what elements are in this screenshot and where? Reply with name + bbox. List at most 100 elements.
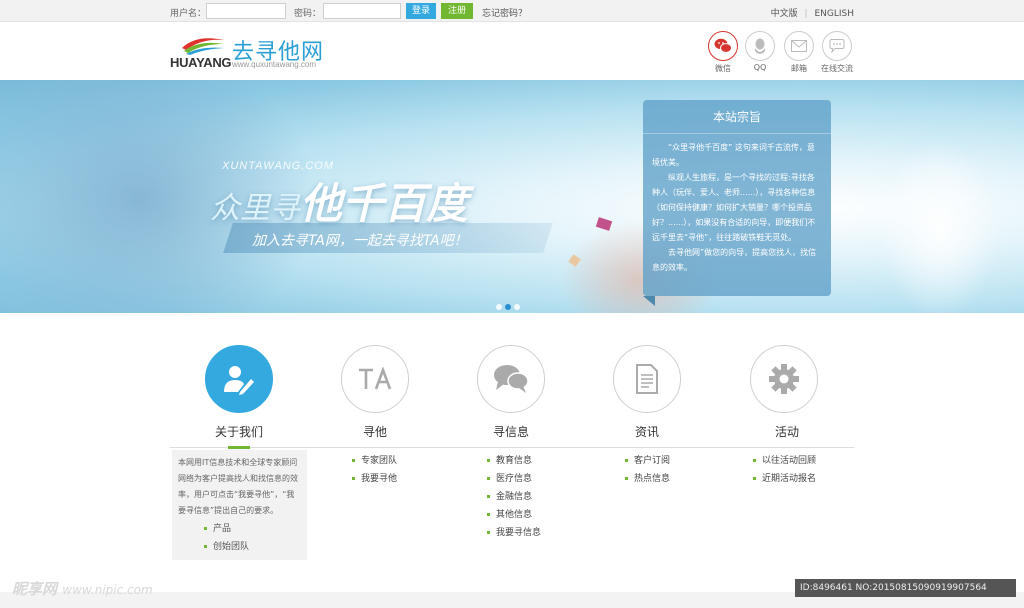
brand-url: www.quxuntawang.com [232,60,317,69]
mission-paragraph: 纵观人生旅程，是一个寻找的过程:寻找各种人（玩伴、爱人、老师......），寻找… [652,173,816,242]
about-link-label: 创始团队 [213,542,250,552]
qq-icon [745,31,775,61]
xinxi-links: 教育信息 医疗信息 金融信息 其他信息 我要寻信息 [487,452,541,542]
category-about[interactable] [205,345,273,413]
bullet-icon [753,477,756,480]
register-button[interactable]: 注册 [441,3,473,19]
xunta-links: 专家团队 我要寻他 [352,452,397,488]
social-label: QQ [753,63,767,72]
about-link-item[interactable]: 创始团队 [204,538,307,556]
social-label: 邮箱 [791,64,807,73]
category-label[interactable]: 活动 [722,423,852,440]
login-button[interactable]: 登录 [406,3,436,19]
mission-paragraph: 去寻他网”做您的向导，提高您找人，找信息的效率。 [652,248,817,272]
bullet-icon [487,477,490,480]
bullet-icon [352,477,355,480]
username-label: 用户名： [170,9,207,19]
about-link-item[interactable]: 产品 [204,520,307,538]
ta-icon [359,367,392,390]
list-item-label: 近期活动报名 [762,474,817,484]
mission-panel: 本站宗旨 “众里寻他千百度” 这句来词千古流传，意境优美。 纵观人生旅程，是一个… [643,100,831,306]
list-item[interactable]: 其他信息 [487,506,541,524]
social-label: 微信 [715,64,731,73]
category-xunta[interactable] [341,345,409,413]
bullet-icon [204,545,207,548]
category-zixun[interactable] [613,345,681,413]
category-label[interactable]: 寻他 [310,423,440,440]
site-logo[interactable]: HUAYANG 去寻他网 www.quxuntawang.com [170,34,360,74]
banner-decor [880,140,1000,313]
watermark-id: ID:8496461 NO:20150815090919907564 [795,579,1016,597]
about-links: 产品 创始团队 [172,520,307,556]
category-label[interactable]: 资讯 [582,423,712,440]
about-panel: 本网用IT信息技术和全球专家顾问网络为客户提高找人和找信息的效率，用户可点击“我… [172,450,307,560]
list-item-label: 以往活动回顾 [762,456,817,466]
list-item[interactable]: 医疗信息 [487,470,541,488]
top-bar: 用户名： 密码： 登录 注册 忘记密码？ 中文版 | ENGLISH [0,0,1024,22]
lang-separator: | [804,9,808,19]
category-xinxi[interactable] [477,345,545,413]
user-edit-icon [224,366,254,395]
list-item[interactable]: 客户订阅 [625,452,670,470]
list-item-label: 热点信息 [634,474,671,484]
password-label: 密码： [294,9,322,19]
list-item-label: 金融信息 [496,492,533,502]
bullet-icon [487,459,490,462]
bullet-icon [487,531,490,534]
username-input[interactable] [206,3,286,19]
list-item-label: 其他信息 [496,510,533,520]
slide-dot-active[interactable] [505,304,511,310]
category-label[interactable]: 关于我们 [174,423,304,440]
social-qq[interactable]: QQ [743,31,777,72]
hero-banner[interactable]: XUNTAWANG.COM 众里寻他千百度 加入去寻TA网，一起去寻找TA吧！ … [0,80,1024,313]
list-item[interactable]: 专家团队 [352,452,397,470]
list-item[interactable]: 以往活动回顾 [753,452,816,470]
document-icon [636,364,658,394]
about-text: 本网用IT信息技术和全球专家顾问网络为客户提高找人和找信息的效率，用户可点击“我… [178,458,298,515]
mission-title: 本站宗旨 [643,100,831,134]
list-item-label: 专家团队 [361,456,398,466]
watermark-url: www.nipic.com [62,583,153,597]
watermark-left: 昵享网 www.nipic.com [12,578,153,599]
bullet-icon [625,459,628,462]
chat-bubbles-icon [494,365,529,393]
active-category-indicator [228,446,250,449]
lang-english-link[interactable]: ENGLISH [814,9,854,19]
gear-icon [769,364,799,394]
mail-icon [784,31,814,61]
chat-icon [822,31,852,61]
wechat-icon [708,31,738,61]
social-chat[interactable]: 在线交流 [820,31,854,74]
brand-english: HUAYANG [170,55,232,70]
bullet-icon [352,459,355,462]
bullet-icon [204,527,207,530]
bullet-icon [753,459,756,462]
social-mail[interactable]: 邮箱 [782,31,816,74]
category-label[interactable]: 寻信息 [446,423,576,440]
category-huodong[interactable] [750,345,818,413]
header: HUAYANG 去寻他网 www.quxuntawang.com 微信 QQ 邮… [0,22,1024,80]
bullet-icon [625,477,628,480]
list-item[interactable]: 教育信息 [487,452,541,470]
list-item[interactable]: 金融信息 [487,488,541,506]
lang-chinese-link[interactable]: 中文版 [771,6,798,19]
social-wechat[interactable]: 微信 [706,31,740,74]
slide-dot[interactable] [514,304,520,310]
banner-headline-big: 他千百度 [300,179,469,228]
slide-dot[interactable] [496,304,502,310]
password-input[interactable] [323,3,401,19]
banner-headline-small: 众里寻 [210,191,300,226]
list-item[interactable]: 近期活动报名 [753,470,816,488]
mission-body: “众里寻他千百度” 这句来词千古流传，意境优美。 纵观人生旅程，是一个寻找的过程… [643,134,831,275]
list-item[interactable]: 热点信息 [625,470,670,488]
huodong-links: 以往活动回顾 近期活动报名 [753,452,816,488]
panel-fold [643,296,655,306]
list-item[interactable]: 我要寻信息 [487,524,541,542]
forgot-password-link[interactable]: 忘记密码？ [482,6,527,19]
mission-paragraph: “众里寻他千百度” 这句来词千古流传，意境优美。 [652,143,815,167]
banner-headline: 众里寻他千百度 [210,170,468,231]
watermark-brand: 昵享网 [12,580,58,598]
list-item-label: 我要寻他 [361,474,398,484]
list-item[interactable]: 我要寻他 [352,470,397,488]
logo-swoosh-icon [182,38,224,55]
